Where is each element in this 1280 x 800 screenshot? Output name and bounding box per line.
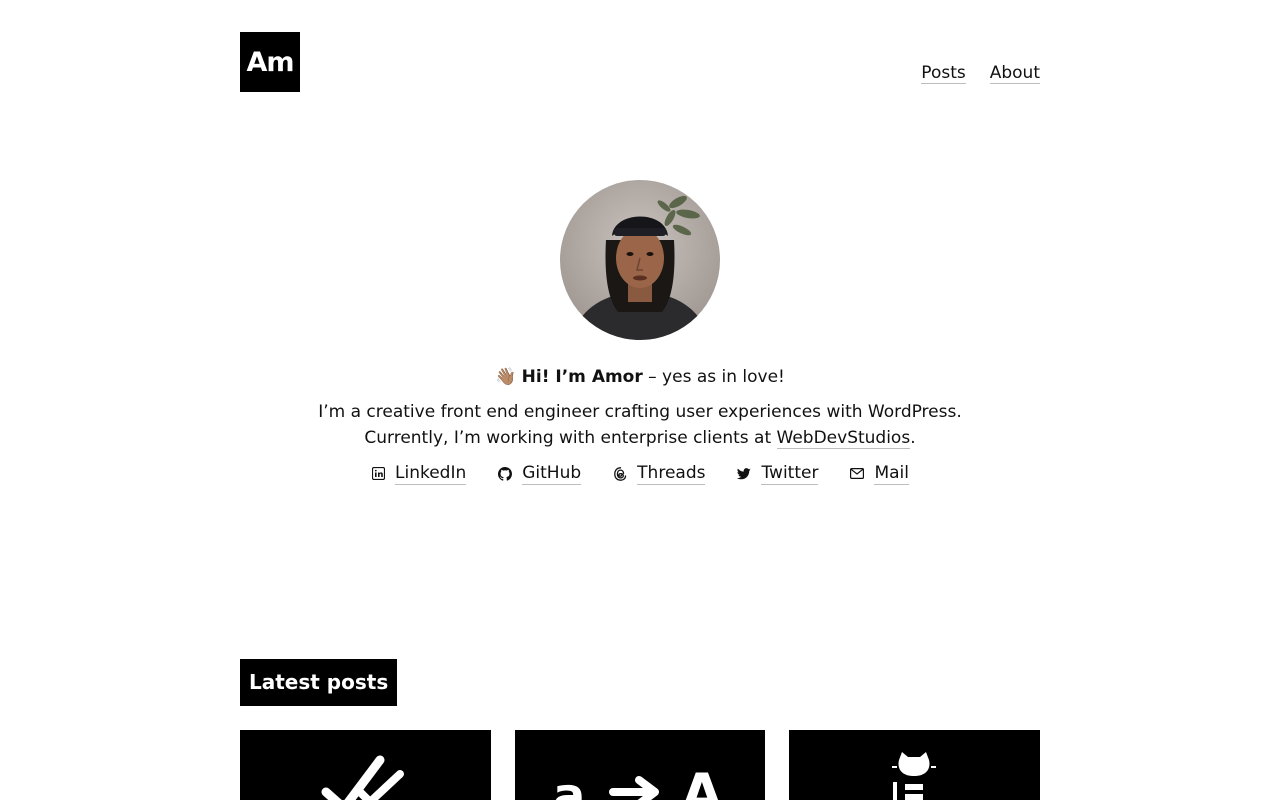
main-nav: Posts About (921, 63, 1040, 84)
octocat-icon (892, 752, 936, 800)
bio: I’m a creative front end engineer crafti… (0, 399, 1280, 451)
bio-line-2: Currently, I’m working with enterprise c… (0, 425, 1280, 451)
checkmarks-icon (321, 755, 404, 800)
post-card-3[interactable] (789, 730, 1040, 800)
social-label-linkedin: LinkedIn (395, 463, 467, 485)
twitter-icon (737, 467, 752, 481)
social-link-twitter[interactable]: Twitter (737, 462, 819, 485)
svg-text:a: a (553, 768, 585, 800)
mail-icon (850, 467, 865, 481)
nav-item-posts[interactable]: Posts (921, 63, 966, 84)
social-link-threads[interactable]: Threads (613, 462, 706, 485)
greeting-name: Hi! I’m Amor (521, 367, 643, 387)
bio-line-1: I’m a creative front end engineer crafti… (318, 402, 962, 422)
nav-item-about[interactable]: About (989, 63, 1040, 84)
webdevstudios-link[interactable]: WebDevStudios (776, 428, 911, 449)
greeting: 👋🏽 Hi! I’m Amor – yes as in love! (0, 366, 1280, 388)
social-label-threads: Threads (637, 463, 706, 485)
threads-icon (613, 466, 627, 481)
social-label-github: GitHub (522, 463, 582, 485)
social-label-twitter: Twitter (761, 463, 819, 485)
wave-emoji-icon: 👋🏽 (495, 367, 517, 387)
bio-line-2-suffix: . (910, 428, 916, 448)
bio-line-2-prefix: Currently, I’m working with enterprise c… (364, 428, 777, 448)
post-card-2[interactable]: a A (515, 730, 765, 800)
latest-posts-heading: Latest posts (240, 659, 398, 706)
linkedin-icon (371, 467, 385, 481)
social-label-mail: Mail (874, 463, 909, 485)
avatar-photo (560, 180, 720, 340)
avatar (560, 180, 720, 340)
greeting-rest: – yes as in love! (642, 367, 785, 387)
social-link-linkedin[interactable]: LinkedIn (371, 462, 467, 485)
github-icon (498, 466, 513, 481)
social-link-github[interactable]: GitHub (498, 462, 582, 485)
post-card-1[interactable] (240, 730, 491, 800)
logo-text: Am (246, 46, 294, 78)
svg-text:A: A (681, 762, 723, 800)
social-link-mail[interactable]: Mail (850, 462, 909, 485)
a-to-a-icon: a A (553, 762, 723, 800)
social-links: LinkedIn GitHub Threads Twitter Mail (0, 462, 1280, 485)
site-logo[interactable]: Am (240, 32, 300, 92)
